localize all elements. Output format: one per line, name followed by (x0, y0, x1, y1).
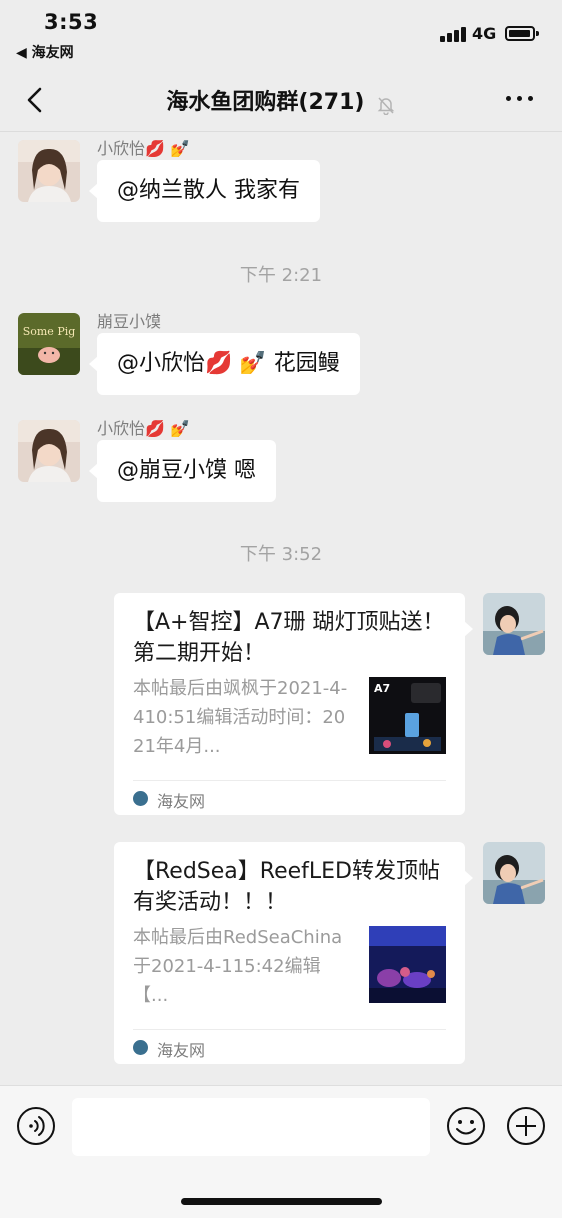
emoji-icon[interactable] (446, 1106, 486, 1146)
avatar[interactable]: Some Pig (18, 313, 80, 375)
card-source: 海友网 (157, 792, 206, 811)
network-label: 4G (472, 24, 497, 43)
card-title: 【RedSea】ReefLED转发顶帖有奖活动！！！ (133, 859, 440, 915)
message-item: Some Pig 崩豆小馍 @小欣怡💋 💅 花园鳗 (0, 302, 562, 397)
input-bar (0, 1085, 562, 1218)
message-item: 小欣怡💋 💅 @纳兰散人 我家有 (0, 132, 562, 227)
bell-slash-icon (377, 96, 394, 115)
message-bubble[interactable]: @小欣怡💋 💅 花园鳗 (89, 333, 360, 395)
thumb-label: A7 (374, 682, 390, 695)
message-bubble[interactable]: @崩豆小馍 嗯 (89, 440, 276, 502)
message-item: 小欣怡💋 💅 @崩豆小馍 嗯 (0, 409, 562, 504)
signal-icon (440, 26, 468, 42)
source-logo-icon (133, 1040, 148, 1055)
back-to-app-link[interactable]: ◀ 海友网 (16, 42, 74, 62)
card-description: 本帖最后由RedSeaChina于2021-4-115:42编辑【... (133, 927, 343, 1006)
plus-icon[interactable] (506, 1106, 546, 1146)
link-card[interactable]: 【RedSea】ReefLED转发顶帖有奖活动！！！ 本帖最后由RedSeaCh… (114, 842, 473, 1064)
avatar[interactable] (18, 140, 80, 202)
source-logo-icon (133, 791, 148, 806)
card-description: 本帖最后由飒枫于2021-4-410:51编辑活动时间：2021年4月... (133, 678, 348, 757)
message-input[interactable] (72, 1098, 430, 1156)
status-bar: 3:53 ◀ 海友网 4G (0, 0, 562, 70)
status-time: 3:53 (44, 10, 99, 34)
chat-header: 海水鱼团购群(271) (0, 70, 562, 132)
avatar[interactable] (18, 420, 80, 482)
link-card[interactable]: 【A+智控】A7珊 瑚灯顶贴送！第二期开始！ 本帖最后由飒枫于2021-4-41… (114, 593, 473, 815)
sender-name: 小欣怡💋 💅 (97, 139, 190, 158)
avatar[interactable] (483, 593, 545, 655)
chat-title: 海水鱼团购群(271) (166, 90, 365, 115)
message-bubble[interactable]: @纳兰散人 我家有 (89, 160, 320, 222)
battery-icon (505, 26, 539, 41)
card-thumbnail: A7 (369, 677, 446, 754)
avatar[interactable] (483, 842, 545, 904)
card-source: 海友网 (157, 1041, 206, 1060)
timestamp: 下午 2:21 (239, 265, 323, 286)
timestamp: 下午 3:52 (239, 544, 323, 565)
card-title: 【A+智控】A7珊 瑚灯顶贴送！第二期开始！ (133, 610, 445, 666)
avatar-text: Some Pig (23, 325, 76, 338)
card-thumbnail (369, 926, 446, 1003)
sender-name: 崩豆小馍 (97, 312, 162, 331)
voice-icon[interactable] (16, 1106, 56, 1146)
sender-name: 小欣怡💋 💅 (97, 419, 190, 438)
chat-message-list[interactable]: 小欣怡💋 💅 @纳兰散人 我家有 下午 2:21 Some Pig 崩豆小馍 @… (0, 132, 562, 1085)
home-indicator (181, 1198, 382, 1205)
ellipsis-icon[interactable] (506, 96, 534, 104)
